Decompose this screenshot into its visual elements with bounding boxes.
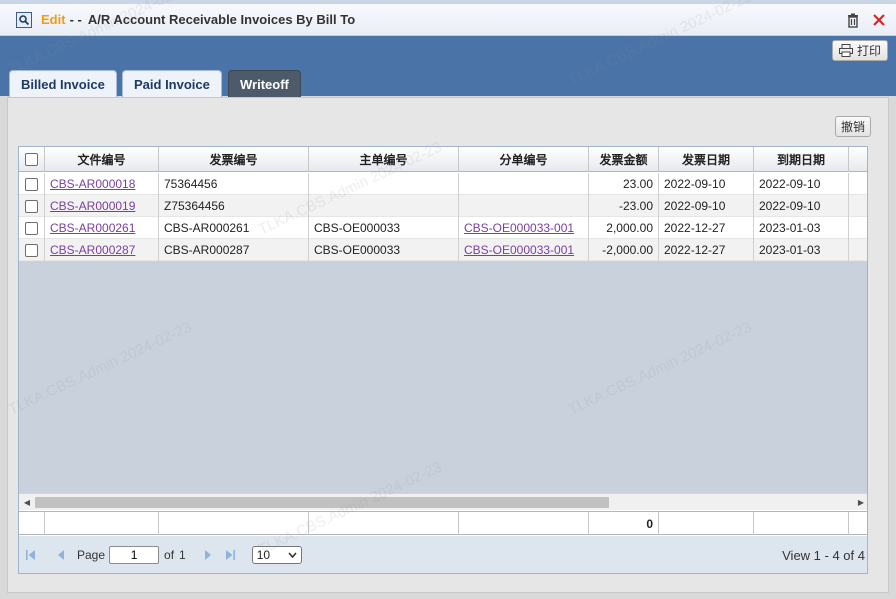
- tab-paid-invoice[interactable]: Paid Invoice: [122, 70, 222, 97]
- tab-billed-invoice[interactable]: Billed Invoice: [9, 70, 117, 97]
- house-no-link[interactable]: CBS-OE000033-001: [464, 243, 574, 257]
- records-summary: View 1 - 4 of 4: [782, 548, 865, 563]
- invoice-date-cell: 2022-12-27: [659, 239, 754, 261]
- doc-no-link[interactable]: CBS-AR000261: [50, 221, 135, 235]
- printer-icon: [838, 44, 853, 57]
- due-date-cell: 2023-01-03: [754, 239, 849, 261]
- chevron-down-icon: [288, 552, 297, 558]
- toolbar-band: [0, 36, 896, 66]
- master-no-cell: [309, 195, 459, 217]
- table-row[interactable]: CBS-AR000261 CBS-AR000261 CBS-OE000033 C…: [19, 217, 867, 239]
- master-no-cell: CBS-OE000033: [309, 217, 459, 239]
- page-number-input[interactable]: [109, 546, 160, 564]
- of-label: of: [164, 548, 175, 562]
- invoice-grid: 文件编号 发票编号 主单编号 分单编号 发票金额 发票日期 到期日期 CBS-A…: [18, 146, 868, 574]
- column-header-house-no[interactable]: 分单编号: [459, 147, 589, 172]
- page-size-value: 10: [256, 548, 271, 562]
- invoice-no-cell: Z75364456: [159, 195, 309, 217]
- title-separator: - -: [69, 12, 82, 27]
- grid-footer-totals: 0: [19, 511, 867, 535]
- row-checkbox[interactable]: [25, 243, 38, 257]
- print-label: 打印: [856, 44, 881, 58]
- due-date-cell: 2022-09-10: [754, 195, 849, 217]
- column-header-doc-no[interactable]: 文件编号: [45, 147, 159, 172]
- column-header-amount[interactable]: 发票金额: [589, 147, 659, 172]
- prev-page-icon[interactable]: [53, 547, 69, 563]
- horizontal-scrollbar[interactable]: ◀ ▶: [19, 493, 867, 511]
- column-header-invoice-no[interactable]: 发票编号: [159, 147, 309, 172]
- close-icon[interactable]: [870, 11, 888, 29]
- grid-header: 文件编号 发票编号 主单编号 分单编号 发票金额 发票日期 到期日期: [19, 147, 867, 172]
- window-title-bar: Edit - - A/R Account Receivable Invoices…: [0, 4, 896, 36]
- page-size-select[interactable]: 10: [251, 546, 302, 564]
- print-button[interactable]: 打印: [831, 40, 888, 61]
- invoice-no-cell: 75364456: [159, 173, 309, 195]
- grid-body: CBS-AR000018 75364456 23.00 2022-09-10 2…: [19, 173, 867, 493]
- select-all-checkbox[interactable]: [25, 153, 38, 166]
- doc-no-link[interactable]: CBS-AR000287: [50, 243, 135, 257]
- invoice-no-cell: CBS-AR000261: [159, 217, 309, 239]
- table-row[interactable]: CBS-AR000019 Z75364456 -23.00 2022-09-10…: [19, 195, 867, 217]
- master-no-cell: CBS-OE000033: [309, 239, 459, 261]
- total-amount: 0: [589, 512, 659, 535]
- amount-cell: -2,000.00: [589, 239, 659, 261]
- amount-cell: 23.00: [589, 173, 659, 195]
- house-no-link[interactable]: CBS-OE000033-001: [464, 221, 574, 235]
- invoice-date-cell: 2022-12-27: [659, 217, 754, 239]
- amount-cell: 2,000.00: [589, 217, 659, 239]
- row-checkbox[interactable]: [25, 177, 38, 191]
- doc-no-link[interactable]: CBS-AR000018: [50, 177, 135, 191]
- column-header-due-date[interactable]: 到期日期: [754, 147, 849, 172]
- master-no-cell: [309, 173, 459, 195]
- delete-icon[interactable]: [844, 11, 862, 29]
- due-date-cell: 2023-01-03: [754, 217, 849, 239]
- next-page-icon[interactable]: [200, 547, 216, 563]
- row-checkbox[interactable]: [25, 199, 38, 213]
- column-header-invoice-date[interactable]: 发票日期: [659, 147, 754, 172]
- invoice-no-cell: CBS-AR000287: [159, 239, 309, 261]
- invoice-date-cell: 2022-09-10: [659, 173, 754, 195]
- scroll-left-icon[interactable]: ◀: [19, 494, 35, 511]
- pager: Page of 1 10 View 1 - 4 of 4: [19, 536, 867, 573]
- row-checkbox[interactable]: [25, 221, 38, 235]
- scrollbar-thumb[interactable]: [35, 497, 609, 508]
- total-pages: 1: [179, 548, 186, 562]
- doc-no-link[interactable]: CBS-AR000019: [50, 199, 135, 213]
- edit-mode-label: Edit: [41, 12, 66, 27]
- page-label: Page: [77, 548, 106, 562]
- last-page-icon[interactable]: [222, 547, 238, 563]
- tab-writeoff[interactable]: Writeoff: [228, 70, 301, 97]
- scroll-right-icon[interactable]: ▶: [853, 494, 867, 511]
- amount-cell: -23.00: [589, 195, 659, 217]
- table-row[interactable]: CBS-AR000018 75364456 23.00 2022-09-10 2…: [19, 173, 867, 195]
- due-date-cell: 2022-09-10: [754, 173, 849, 195]
- window-title: A/R Account Receivable Invoices By Bill …: [87, 12, 356, 27]
- invoice-date-cell: 2022-09-10: [659, 195, 754, 217]
- table-row[interactable]: CBS-AR000287 CBS-AR000287 CBS-OE000033 C…: [19, 239, 867, 261]
- column-header-master-no[interactable]: 主单编号: [309, 147, 459, 172]
- cancel-button[interactable]: 撤销: [835, 116, 872, 137]
- search-window-icon: [16, 11, 32, 28]
- first-page-icon[interactable]: [23, 547, 39, 563]
